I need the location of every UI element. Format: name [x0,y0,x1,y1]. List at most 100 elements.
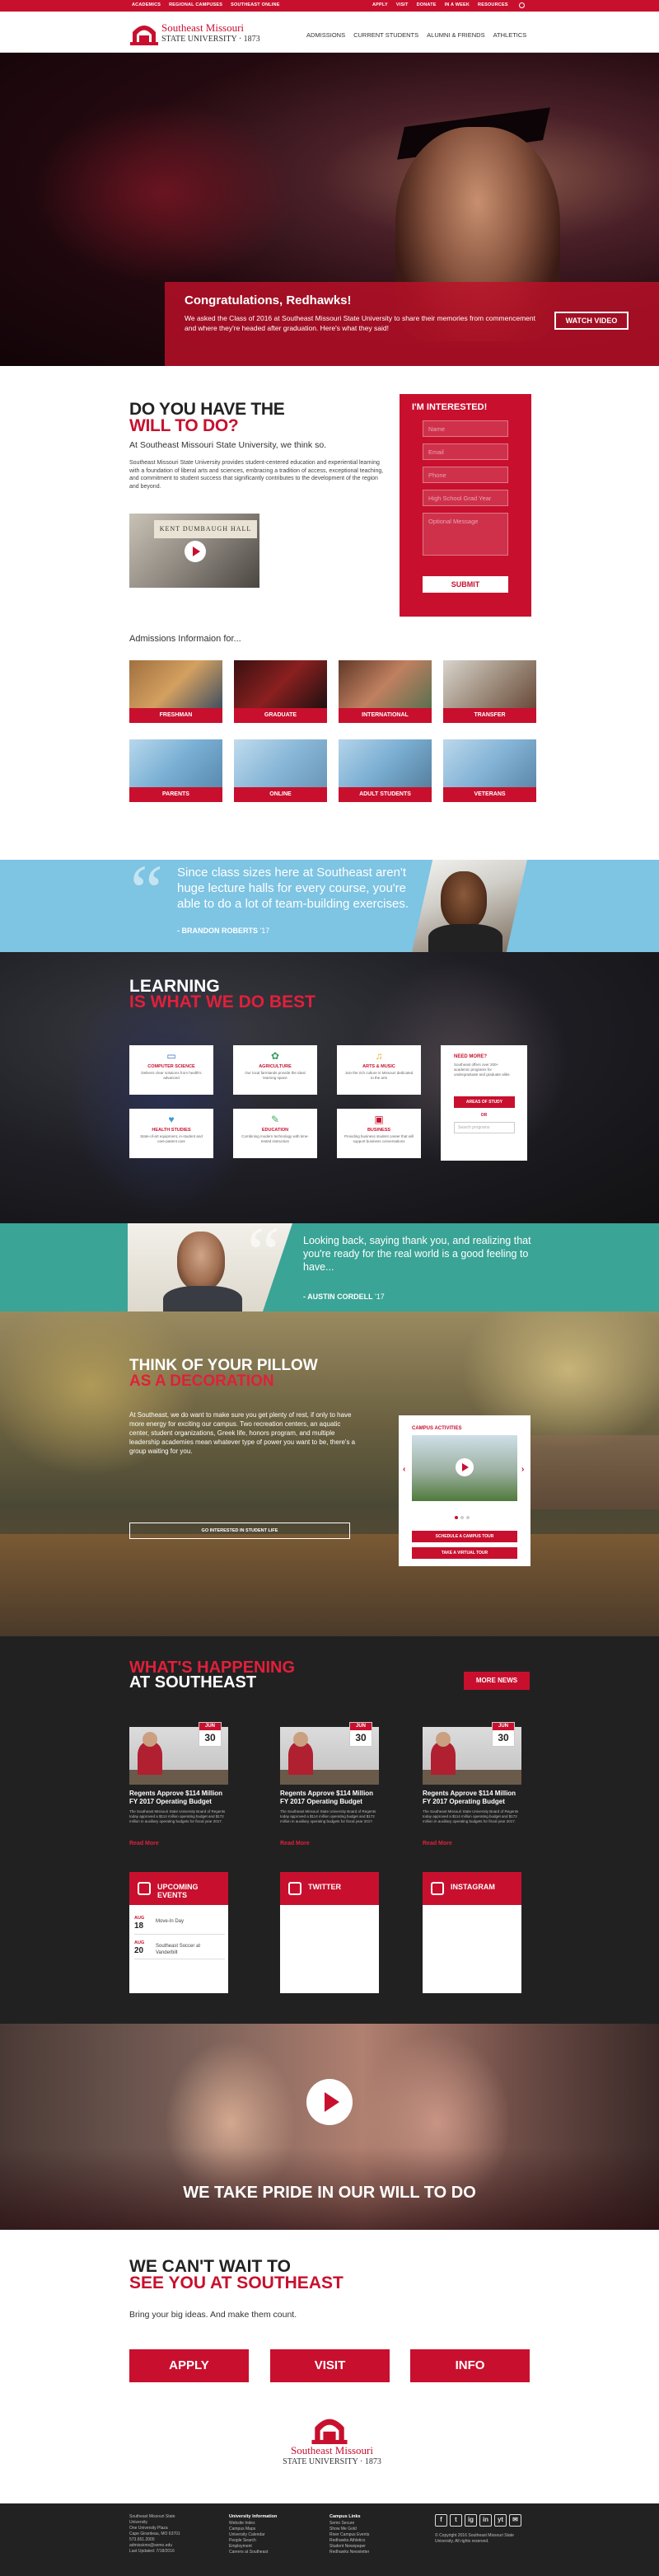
program-card-arts-music[interactable]: ♫ ARTS & MUSIC Join the rich culture in … [337,1045,421,1095]
footer-link[interactable]: Show Me Gold [330,2527,369,2532]
twitter-header[interactable]: TWITTER [280,1872,379,1905]
testimonial-austin: “ Looking back, saying thank you, and re… [0,1223,659,1311]
apply-button[interactable]: APPLY [129,2349,249,2382]
program-search-input[interactable]: Search programs [454,1122,515,1133]
utility-link-regional[interactable]: REGIONAL CAMPUSES [169,2,222,7]
utility-link-resources[interactable]: RESOURCES [478,2,508,7]
form-title: I'M INTERESTED! [412,402,488,412]
tile-online[interactable]: ONLINE [234,739,327,802]
utility-link-week[interactable]: IN A WEEK [445,2,470,7]
learning-heading: LEARNING IS WHAT WE DO BEST [129,978,315,1011]
tile-freshman[interactable]: FRESHMAN [129,660,222,723]
tile-parents[interactable]: PARENTS [129,739,222,802]
news-item[interactable]: JUN 30 Regents Approve $114 Million FY 20… [280,1722,379,1859]
utility-link-online[interactable]: SOUTHEAST ONLINE [231,2,279,7]
event-item[interactable]: AUG 18 Move-In Day [134,1913,225,1935]
program-card-business[interactable]: ▣ BUSINESS Providing business student ca… [337,1109,421,1158]
nav-alumni[interactable]: ALUMNI & FRIENDS [427,31,484,39]
email-field[interactable]: Email [423,443,508,460]
linkedin-icon[interactable]: in [479,2514,492,2527]
footer-link[interactable]: Employment [229,2544,277,2550]
nav-admissions[interactable]: ADMISSIONS [306,31,345,39]
nav-current-students[interactable]: CURRENT STUDENTS [353,31,418,39]
footer-address: Southeast Missouri State University One … [129,2514,180,2555]
footer-link[interactable]: Campus Maps [229,2527,277,2532]
quote-text: Since class sizes here at Southeast aren… [177,866,409,911]
quote-icon: “ [247,1223,280,1294]
name-field[interactable]: Name [423,420,508,437]
youtube-icon[interactable]: yt [494,2514,507,2527]
facebook-icon[interactable]: f [435,2514,447,2527]
utility-link-visit[interactable]: VISIT [396,2,409,7]
tile-graduate[interactable]: GRADUATE [234,660,327,723]
grad-year-field[interactable]: High School Grad Year [423,490,508,506]
chevron-left-icon[interactable]: ‹ [403,1465,405,1474]
read-more-link[interactable]: Read More [280,1841,310,1846]
will-video-thumbnail[interactable]: KENT DUMBAUGH HALL [129,514,259,588]
phone-number[interactable]: 573.651.2000 [129,2537,180,2543]
tile-international[interactable]: INTERNATIONAL [339,660,432,723]
parents-photo [129,739,222,787]
utility-link-academics[interactable]: ACADEMICS [132,2,161,7]
footer-link[interactable]: People Search [229,2538,277,2544]
read-more-link[interactable]: Read More [423,1841,452,1846]
events-header[interactable]: UPCOMING EVENTS [129,1872,228,1905]
program-card-education[interactable]: ✎ EDUCATION Combining modern technology … [233,1109,317,1158]
watch-video-button[interactable]: WATCH VIDEO [554,312,629,330]
info-button[interactable]: INFO [410,2349,530,2382]
news-title: Regents Approve $114 Million FY 2017 Ope… [423,1790,516,1805]
play-icon[interactable] [306,2079,353,2125]
student-life-button[interactable]: GO INTERESTED IN STUDENT LIFE [129,1523,350,1539]
chevron-right-icon[interactable]: › [521,1465,524,1474]
play-icon[interactable] [185,541,206,562]
program-card-computer-science[interactable]: ▭ COMPUTER SCIENCE Delivers clear soluti… [129,1045,213,1095]
footer-link[interactable]: Website Index [229,2521,277,2527]
slider-dots[interactable] [455,1516,470,1519]
footer-link[interactable]: River Campus Events [330,2532,369,2538]
more-news-button[interactable]: MORE NEWS [464,1672,530,1690]
search-icon[interactable] [519,2,525,8]
university-logo[interactable]: Southeast Missouri STATE UNIVERSITY · 18… [130,19,283,47]
play-icon[interactable] [456,1458,474,1476]
utility-link-donate[interactable]: DONATE [417,2,437,7]
logo-line1: Southeast Missouri [161,21,245,34]
footer-logo[interactable]: Southeast Missouri STATE UNIVERSITY · 18… [254,2413,410,2470]
event-name: Southeast Soccer at Vanderbilt [156,1944,201,1955]
schedule-tour-button[interactable]: SCHEDULE A CAMPUS TOUR [412,1531,517,1542]
email-icon[interactable]: ✉ [509,2514,521,2527]
footer-link[interactable]: Student Newspaper [330,2544,369,2550]
footer-link[interactable]: Redhawks Athletics [330,2538,369,2544]
phone-field[interactable]: Phone [423,467,508,483]
twitter-icon[interactable]: t [450,2514,462,2527]
tile-transfer[interactable]: TRANSFER [443,660,536,723]
areas-of-study-button[interactable]: AREAS OF STUDY [454,1096,515,1108]
news-item[interactable]: JUN 30 Regents Approve $114 Million FY 20… [423,1722,521,1859]
read-more-link[interactable]: Read More [129,1841,159,1846]
nav-athletics[interactable]: ATHLETICS [493,31,527,39]
email-link[interactable]: admissions@semo.edu [129,2543,180,2549]
message-field[interactable]: Optional Message [423,513,508,556]
footer-link[interactable]: University Calendar [229,2532,277,2538]
tile-veterans[interactable]: VETERANS [443,739,536,802]
event-item[interactable]: AUG 20 Southeast Soccer at Vanderbilt [134,1938,225,1959]
address-line: One University Plaza [129,2526,168,2531]
tile-adult-students[interactable]: ADULT STUDENTS [339,739,432,802]
visit-button[interactable]: VISIT [270,2349,390,2382]
slider-image[interactable] [412,1435,517,1501]
instagram-icon[interactable]: ig [465,2514,477,2527]
tile-label: FRESHMAN [129,708,222,723]
program-card-agriculture[interactable]: ✿ AGRICULTURE Our local farmlands provid… [233,1045,317,1095]
virtual-tour-button[interactable]: TAKE A VIRTUAL TOUR [412,1547,517,1559]
news-heading: WHAT'S HAPPENING AT SOUTHEAST [129,1659,295,1691]
news-item[interactable]: JUN 30 Regents Approve $114 Million FY 20… [129,1722,228,1859]
footer-university-info: University Information Website Index Cam… [229,2514,277,2555]
footer-link[interactable]: Careers at Southeast [229,2550,277,2555]
program-card-health-studies[interactable]: ♥ HEALTH STUDIES State-of-art equipment,… [129,1109,213,1158]
footer-col-title: Campus Links [330,2514,361,2519]
footer-link[interactable]: Redhawks Newsletter [330,2550,369,2555]
instagram-header[interactable]: INSTAGRAM [423,1872,521,1905]
footer-link[interactable]: Semo Secure [330,2521,369,2527]
submit-button[interactable]: SUBMIT [423,576,508,593]
utility-link-apply[interactable]: APPLY [372,2,388,7]
pride-video-section[interactable]: WE TAKE PRIDE IN OUR WILL TO DO [0,2024,659,2230]
